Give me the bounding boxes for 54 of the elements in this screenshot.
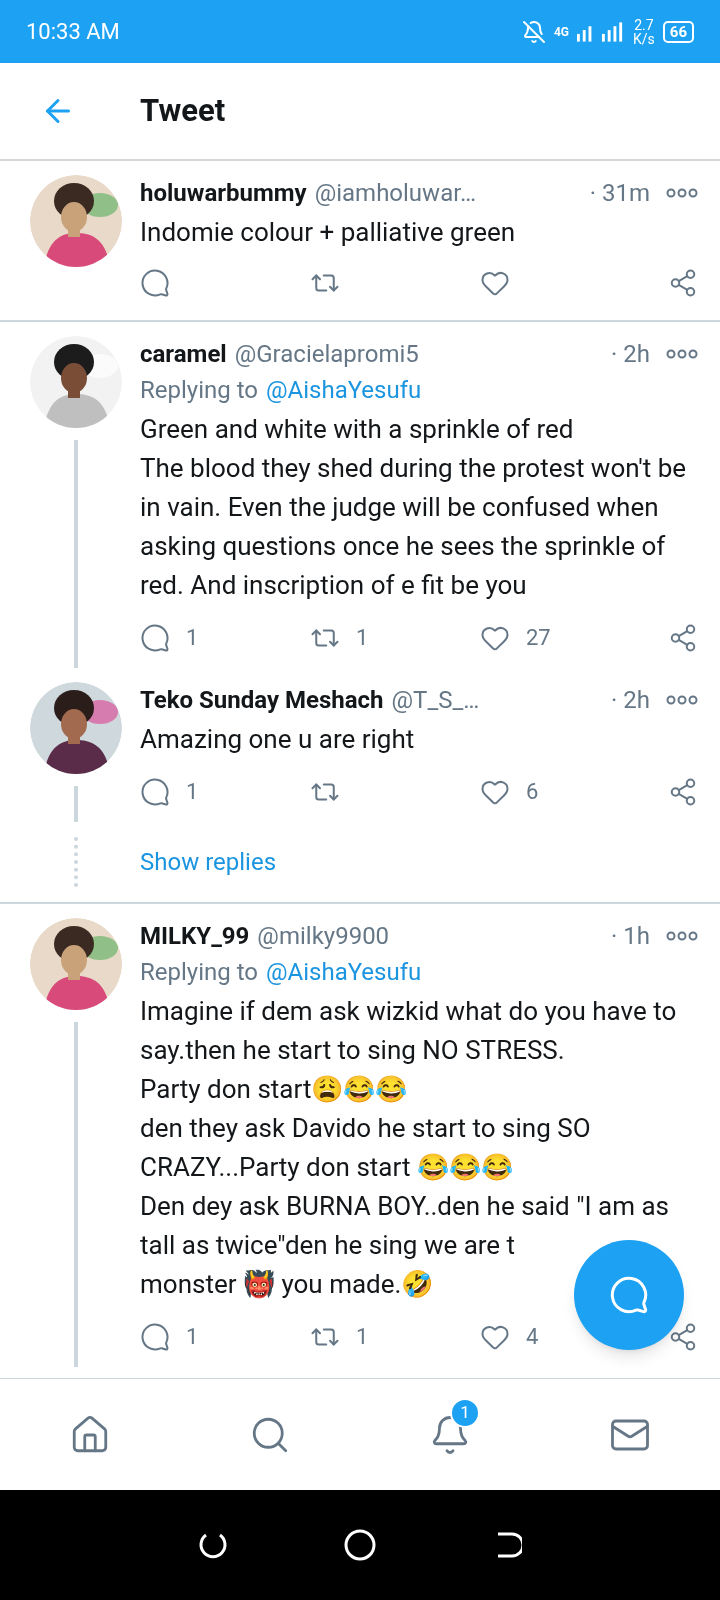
more-icon[interactable] — [666, 349, 698, 359]
tweet-text: Party don start😩😂😂 — [140, 1073, 408, 1106]
more-icon[interactable] — [666, 188, 698, 198]
page-title: Tweet — [140, 90, 226, 131]
tweet-text: den they ask Davido he start to sing SO CRAZY...Party don start 😂😂😂 — [140, 1112, 592, 1184]
reply-count: 1 — [186, 624, 199, 652]
share-icon[interactable] — [668, 622, 698, 653]
tweet-text: The blood they shed during the protest won't be in vain. Even the judge will be confused when asking questions once he sees the sprinkle of red. And inscription of e fit be you — [140, 452, 688, 602]
tweet-text: monster 👹 you made.🤣 — [140, 1268, 434, 1301]
user-name[interactable]: MILKY_99 — [140, 918, 250, 954]
share-icon[interactable] — [668, 776, 698, 807]
retweet-count: 1 — [356, 1323, 369, 1351]
tweet-text: Amazing one u are right — [140, 723, 415, 756]
reply-icon[interactable] — [140, 268, 170, 298]
tweet-time: · 1h — [611, 921, 651, 952]
more-icon[interactable] — [666, 695, 698, 705]
network-speed: 2.7 — [634, 17, 654, 32]
thread-dots — [74, 837, 78, 887]
user-handle: @iamholuwar… — [314, 178, 476, 209]
reply-icon — [609, 1275, 649, 1315]
retweet-count: 1 — [356, 624, 369, 652]
network-type: 4G — [553, 25, 569, 38]
tweet-time: · 2h — [611, 685, 651, 716]
tweet-time: · 2h — [611, 339, 651, 370]
user-name[interactable]: Teko Sunday Meshach — [140, 682, 384, 718]
muted-bell-icon — [521, 19, 546, 44]
replying-label: Replying to — [140, 957, 258, 988]
home-button-icon[interactable] — [343, 1528, 377, 1562]
reply-icon[interactable] — [140, 776, 170, 807]
like-count: 27 — [526, 624, 551, 652]
user-name[interactable]: holuwarbummy — [140, 175, 307, 211]
share-icon[interactable] — [668, 1321, 698, 1352]
replying-label: Replying to — [140, 375, 258, 406]
status-time: 10:33 AM — [26, 18, 120, 46]
reply-count: 1 — [186, 778, 199, 806]
speed-unit: K/s — [633, 31, 655, 46]
signal-icon — [577, 21, 625, 42]
like-count: 6 — [526, 778, 539, 806]
tweet-text: Green and white with a sprinkle of red — [140, 413, 574, 446]
reply-icon[interactable] — [140, 622, 170, 653]
battery-level: 66 — [662, 20, 694, 43]
share-icon[interactable] — [668, 268, 698, 298]
more-icon[interactable] — [666, 931, 698, 941]
tweet-time: · 31m — [589, 178, 651, 209]
tweet-text: Indomie colour + palliative green — [140, 216, 516, 249]
notification-badge: 1 — [450, 1397, 480, 1428]
reply-count: 1 — [186, 1323, 199, 1351]
user-handle: @milky9900 — [257, 921, 390, 952]
user-handle: @T_S_… — [391, 685, 480, 716]
user-name[interactable]: caramel — [140, 336, 227, 372]
tweet-text: Imagine if dem ask wizkid what do you have to say.then he start to sing NO STRESS. — [140, 995, 678, 1067]
user-handle: @Gracielapromi5 — [234, 339, 419, 370]
like-count: 4 — [526, 1323, 539, 1351]
reply-icon[interactable] — [140, 1321, 170, 1352]
